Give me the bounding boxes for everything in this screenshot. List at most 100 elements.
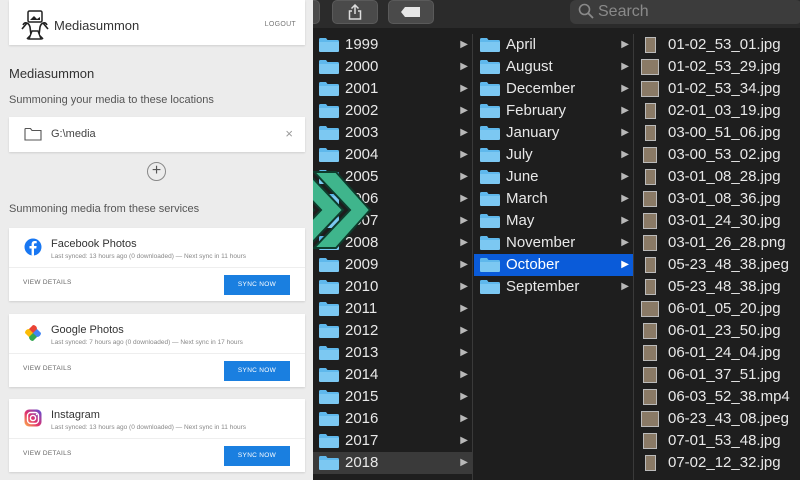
year-folder-item[interactable]: 2013 ▶ — [313, 342, 472, 364]
file-item[interactable]: 06-01_37_51.jpg — [635, 364, 800, 386]
sync-now-button[interactable]: SYNC NOW — [224, 446, 290, 466]
file-item[interactable]: 05-23_48_38.jpg — [635, 276, 800, 298]
year-folder-item[interactable]: 2011 ▶ — [313, 298, 472, 320]
service-card-facebook: Facebook Photos Last synced: 13 hours ag… — [9, 228, 305, 301]
year-folder-item[interactable]: 2016 ▶ — [313, 408, 472, 430]
year-folder-name: 2010 — [345, 278, 379, 295]
chevron-right-icon: ▶ — [460, 413, 468, 424]
year-folder-item[interactable]: 2000 ▶ — [313, 56, 472, 78]
remove-location-button[interactable]: × — [285, 126, 293, 141]
file-item[interactable]: 07-01_53_48.jpg — [635, 430, 800, 452]
file-item[interactable]: 03-01_08_36.jpg — [635, 188, 800, 210]
year-folder-item[interactable]: 2018 ▶ — [313, 452, 472, 474]
add-location-button[interactable]: + — [147, 162, 166, 181]
year-folder-item[interactable]: 2014 ▶ — [313, 364, 472, 386]
month-folder-item[interactable]: April ▶ — [474, 34, 633, 56]
sync-now-button[interactable]: SYNC NOW — [224, 361, 290, 381]
folder-icon — [480, 280, 500, 294]
year-folder-item[interactable]: 2015 ▶ — [313, 386, 472, 408]
file-item[interactable]: 06-23_43_08.jpeg — [635, 408, 800, 430]
month-folder-item[interactable]: July ▶ — [474, 144, 633, 166]
file-item[interactable]: 06-03_52_38.mp4 — [635, 386, 800, 408]
file-thumbnail — [643, 345, 657, 361]
folder-icon — [319, 456, 339, 470]
search-placeholder: Search — [598, 3, 649, 20]
service-card-google-photos: Google Photos Last synced: 7 hours ago (… — [9, 314, 305, 387]
month-folder-item[interactable]: November ▶ — [474, 232, 633, 254]
view-details-link[interactable]: VIEW DETAILS — [23, 365, 72, 372]
file-item[interactable]: 03-01_08_28.jpg — [635, 166, 800, 188]
folder-icon — [319, 280, 339, 294]
file-thumbnail — [643, 147, 657, 163]
year-folder-name: 2016 — [345, 410, 379, 427]
file-thumbnail — [641, 411, 659, 427]
file-item[interactable]: 03-00_51_06.jpg — [635, 122, 800, 144]
year-folder-item[interactable]: 2001 ▶ — [313, 78, 472, 100]
year-folder-item[interactable]: 1999 ▶ — [313, 34, 472, 56]
year-folder-item[interactable]: 2009 ▶ — [313, 254, 472, 276]
month-folder-item[interactable]: January ▶ — [474, 122, 633, 144]
chevron-right-icon: ▶ — [460, 193, 468, 204]
months-column[interactable]: April ▶ August ▶ December ▶ February ▶ January ▶ J… — [474, 34, 634, 480]
file-item[interactable]: 03-01_24_30.jpg — [635, 210, 800, 232]
month-folder-item[interactable]: March ▶ — [474, 188, 633, 210]
year-folder-item[interactable]: 2010 ▶ — [313, 276, 472, 298]
year-folder-item[interactable]: 2004 ▶ — [313, 144, 472, 166]
file-item[interactable]: 06-01_23_50.jpg — [635, 320, 800, 342]
service-name: Google Photos — [51, 324, 124, 336]
year-folder-name: 2004 — [345, 146, 379, 163]
chevron-right-icon: ▶ — [460, 149, 468, 160]
year-folder-item[interactable]: 2017 ▶ — [313, 430, 472, 452]
file-item[interactable]: 02-01_03_19.jpg — [635, 100, 800, 122]
file-item[interactable]: 06-01_05_20.jpg — [635, 298, 800, 320]
chevron-right-icon: ▶ — [621, 83, 629, 94]
tag-icon — [401, 7, 420, 17]
month-folder-item[interactable]: December ▶ — [474, 78, 633, 100]
file-item[interactable]: 03-00_53_02.jpg — [635, 144, 800, 166]
file-name: 06-01_05_20.jpg — [668, 300, 781, 317]
sync-now-button[interactable]: SYNC NOW — [224, 275, 290, 295]
file-item[interactable]: 01-02_53_29.jpg — [635, 56, 800, 78]
month-folder-item[interactable]: September ▶ — [474, 276, 633, 298]
file-item[interactable]: 07-02_12_32.jpg — [635, 452, 800, 474]
chevron-right-icon: ▶ — [460, 347, 468, 358]
month-folder-item[interactable]: May ▶ — [474, 210, 633, 232]
file-item[interactable]: 03-01_26_28.png — [635, 232, 800, 254]
view-details-link[interactable]: VIEW DETAILS — [23, 279, 72, 286]
year-folder-name: 2013 — [345, 344, 379, 361]
month-folder-name: January — [506, 124, 560, 141]
month-folder-item[interactable]: August ▶ — [474, 56, 633, 78]
month-folder-item[interactable]: October ▶ — [474, 254, 633, 276]
tags-button[interactable] — [388, 0, 434, 24]
view-details-link[interactable]: VIEW DETAILS — [23, 450, 72, 457]
search-input[interactable]: Search — [570, 0, 800, 24]
search-icon — [578, 3, 594, 19]
file-item[interactable]: 01-02_53_01.jpg — [635, 34, 800, 56]
logout-link[interactable]: LOGOUT — [265, 21, 296, 28]
year-folder-item[interactable]: 2002 ▶ — [313, 100, 472, 122]
year-folder-item[interactable]: 2012 ▶ — [313, 320, 472, 342]
month-folder-name: November — [506, 234, 576, 251]
app-header: Mediasummon LOGOUT — [9, 0, 305, 45]
folder-icon — [319, 38, 339, 52]
folder-icon — [319, 434, 339, 448]
month-folder-item[interactable]: June ▶ — [474, 166, 633, 188]
file-item[interactable]: 05-23_48_38.jpeg — [635, 254, 800, 276]
folder-icon — [319, 346, 339, 360]
year-folder-item[interactable]: 2003 ▶ — [313, 122, 472, 144]
years-column[interactable]: 1999 ▶ 2000 ▶ 2001 ▶ 2002 ▶ 2003 ▶ 2004 ▶ 2005 ▶ 2006 ▶… — [313, 34, 473, 480]
chevron-right-icon: ▶ — [460, 39, 468, 50]
file-item[interactable]: 06-01_24_04.jpg — [635, 342, 800, 364]
folder-icon — [480, 82, 500, 96]
chevron-right-icon: ▶ — [460, 303, 468, 314]
month-folder-item[interactable]: February ▶ — [474, 100, 633, 122]
file-thumbnail — [643, 235, 657, 251]
files-column[interactable]: 01-02_53_01.jpg 01-02_53_29.jpg 01-02_53_3… — [635, 34, 800, 480]
share-button[interactable] — [332, 0, 378, 24]
folder-icon — [319, 258, 339, 272]
services-label: Summoning media from these services — [9, 203, 200, 215]
location-card[interactable]: G:\media × — [9, 117, 305, 152]
file-name: 01-02_53_01.jpg — [668, 36, 781, 53]
folder-icon — [480, 214, 500, 228]
file-item[interactable]: 01-02_53_34.jpg — [635, 78, 800, 100]
